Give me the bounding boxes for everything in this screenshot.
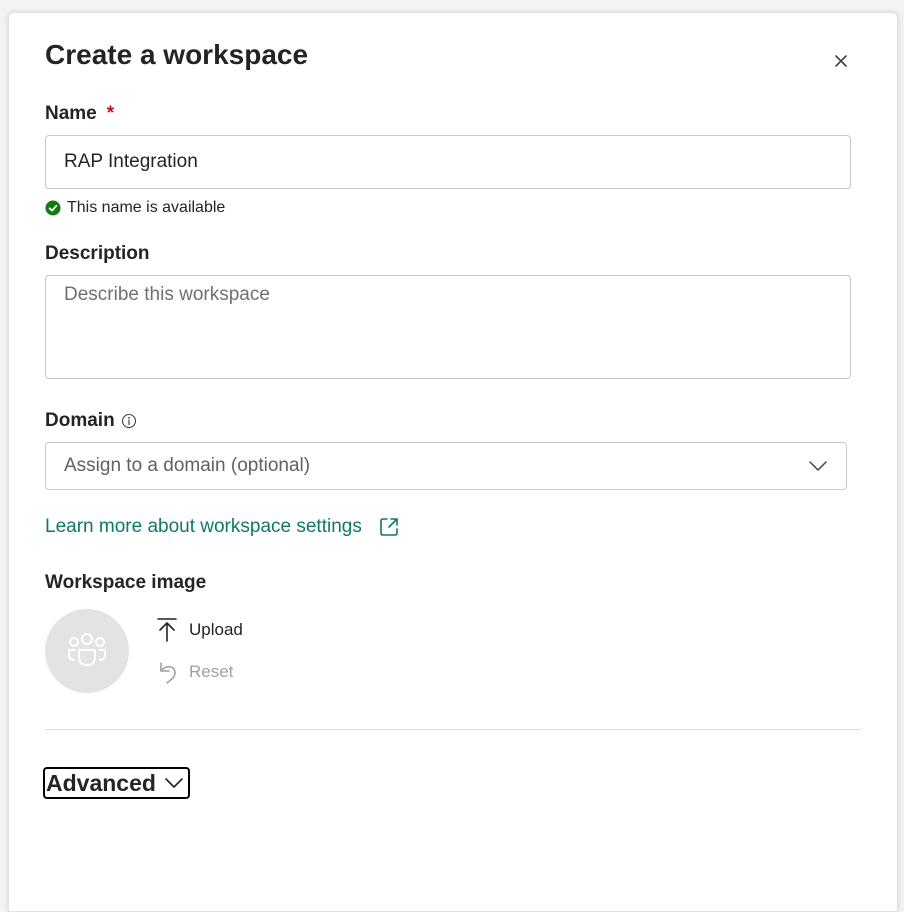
domain-label: Domain — [45, 410, 137, 432]
description-input[interactable] — [45, 275, 851, 379]
section-divider — [45, 729, 861, 730]
reset-label: Reset — [189, 662, 234, 681]
create-workspace-panel: Create a workspace Name * This name is av… — [8, 12, 898, 912]
learn-more-text: Learn more about workspace settings — [45, 516, 362, 537]
undo-icon — [155, 659, 181, 685]
upload-icon — [155, 617, 181, 643]
domain-label-text: Domain — [45, 410, 115, 431]
upload-label: Upload — [189, 620, 243, 639]
reset-button[interactable]: Reset — [155, 659, 233, 685]
close-icon — [835, 55, 847, 67]
required-marker: * — [106, 103, 115, 124]
upload-button[interactable]: Upload — [155, 617, 243, 643]
domain-selected-value: Assign to a domain (optional) — [64, 455, 311, 476]
availability-text: This name is available — [67, 199, 226, 216]
check-circle-icon — [45, 200, 61, 216]
dialog-title: Create a workspace — [45, 39, 309, 70]
name-input[interactable] — [45, 135, 851, 189]
description-label: Description — [45, 243, 150, 264]
workspace-image-placeholder — [45, 609, 129, 693]
external-link-icon — [378, 516, 400, 538]
people-group-icon — [68, 633, 106, 667]
chevron-down-icon — [808, 460, 828, 472]
domain-dropdown[interactable]: Assign to a domain (optional) — [45, 442, 847, 490]
name-label: Name * — [45, 103, 114, 125]
info-icon[interactable] — [121, 413, 137, 429]
name-availability-message: This name is available — [45, 199, 225, 217]
advanced-label: Advanced — [46, 769, 156, 796]
advanced-toggle-button[interactable]: Advanced — [43, 767, 190, 799]
chevron-down-icon — [164, 777, 184, 789]
close-button[interactable] — [829, 49, 853, 73]
workspace-image-label: Workspace image — [45, 572, 207, 593]
name-label-text: Name — [45, 103, 97, 124]
learn-more-link[interactable]: Learn more about workspace settings — [45, 516, 400, 538]
